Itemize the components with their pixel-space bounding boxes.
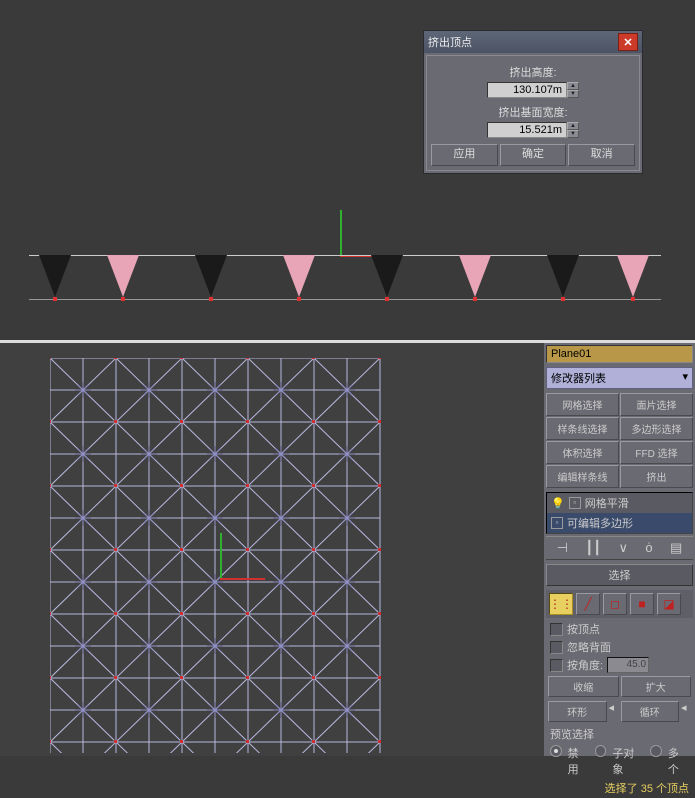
axis-gizmo <box>210 533 250 593</box>
border-subobj-button[interactable]: ◻ <box>603 593 627 615</box>
dropdown-label: 修改器列表 <box>551 370 606 386</box>
preview-multi-label: 多个 <box>668 745 689 777</box>
rollout-title: 选择 <box>609 570 631 582</box>
modifier-list-dropdown[interactable]: 修改器列表 ▾ <box>546 367 693 389</box>
by-vertex-label: 按顶点 <box>567 621 600 637</box>
extrude-base-width-input[interactable]: 15.521m <box>487 122 567 138</box>
expand-icon[interactable]: ▫ <box>569 497 581 509</box>
triangle-face <box>39 255 71 297</box>
expand-icon[interactable]: ▫ <box>551 517 563 529</box>
spinner-down-icon[interactable]: ▼ <box>567 90 579 98</box>
close-icon[interactable]: ✕ <box>618 33 638 51</box>
mesh-select-button[interactable]: 网格选择 <box>546 393 619 416</box>
element-subobj-button[interactable]: ◪ <box>657 593 681 615</box>
make-unique-icon[interactable]: ∨ <box>618 540 628 556</box>
by-vertex-checkbox[interactable] <box>550 623 563 636</box>
modify-panel: Plane01 修改器列表 ▾ 网格选择 面片选择 样条线选择 多边形选择 体积… <box>544 343 695 756</box>
edit-spline-button[interactable]: 编辑样条线 <box>546 465 619 488</box>
loop-button[interactable]: 循环 <box>621 701 680 722</box>
triangle-face <box>195 255 227 297</box>
triangle-face <box>371 255 403 297</box>
front-viewport[interactable]: 挤出顶点 ✕ 挤出高度: 130.107m ▲ ▼ 挤出基面宽度: 15.521… <box>0 0 695 343</box>
preview-off-radio[interactable] <box>550 745 562 757</box>
preview-subobj-label: 子对象 <box>612 745 644 777</box>
apply-button[interactable]: 应用 <box>431 144 498 166</box>
remove-icon[interactable]: ȯ <box>645 540 652 556</box>
modifier-stack[interactable]: 💡 ▫ 网格平滑 ▫ 可编辑多边形 <box>546 492 693 534</box>
show-end-icon[interactable]: ┃┃ <box>585 540 601 556</box>
extrude-height-label: 挤出高度: <box>431 64 635 80</box>
extrude-button[interactable]: 挤出 <box>620 465 693 488</box>
triangle-face <box>459 255 491 297</box>
preview-off-label: 禁用 <box>568 745 589 777</box>
sub-object-row: ⋮⋮ ╱ ◻ ■ ◪ <box>546 590 693 618</box>
ok-button[interactable]: 确定 <box>500 144 567 166</box>
ignore-backface-checkbox[interactable] <box>550 641 563 654</box>
object-name-field[interactable]: Plane01 <box>546 345 693 363</box>
chevron-down-icon: ▾ <box>682 370 688 386</box>
modifier-name: 网格平滑 <box>585 495 629 511</box>
triangle-face <box>547 255 579 297</box>
modifier-item-editable-poly[interactable]: ▫ 可编辑多边形 <box>547 513 692 533</box>
vertex-subobj-button[interactable]: ⋮⋮ <box>549 593 573 615</box>
extruded-vertices-row <box>29 255 661 310</box>
polygon-subobj-button[interactable]: ■ <box>630 593 654 615</box>
ring-spinner[interactable]: ◂ <box>609 701 619 722</box>
bulb-icon[interactable]: 💡 <box>551 497 565 510</box>
extrude-vertices-dialog: 挤出顶点 ✕ 挤出高度: 130.107m ▲ ▼ 挤出基面宽度: 15.521… <box>423 30 643 174</box>
spinner-up-icon[interactable]: ▲ <box>567 122 579 130</box>
selection-status: 选择了 35 个顶点 <box>544 778 695 798</box>
top-viewport[interactable] <box>0 343 544 756</box>
ignore-backface-label: 忽略背面 <box>567 639 611 655</box>
preview-multi-radio[interactable] <box>650 745 662 757</box>
grow-button[interactable]: 扩大 <box>621 676 692 697</box>
by-angle-checkbox[interactable] <box>550 659 563 672</box>
loop-spinner[interactable]: ◂ <box>681 701 691 722</box>
preview-subobj-radio[interactable] <box>595 745 607 757</box>
pin-icon[interactable]: ⊣ <box>557 540 568 556</box>
dialog-titlebar[interactable]: 挤出顶点 ✕ <box>424 31 642 53</box>
shrink-button[interactable]: 收缩 <box>548 676 619 697</box>
ring-button[interactable]: 环形 <box>548 701 607 722</box>
dialog-title: 挤出顶点 <box>428 34 618 50</box>
configure-icon[interactable]: ▤ <box>670 540 682 556</box>
spline-select-button[interactable]: 样条线选择 <box>546 417 619 440</box>
extrude-height-input[interactable]: 130.107m <box>487 82 567 98</box>
poly-select-button[interactable]: 多边形选择 <box>620 417 693 440</box>
ffd-select-button[interactable]: FFD 选择 <box>620 441 693 464</box>
preview-selection-label: 预览选择 <box>544 724 695 744</box>
extrude-base-width-label: 挤出基面宽度: <box>431 104 635 120</box>
edge-subobj-button[interactable]: ╱ <box>576 593 600 615</box>
angle-input[interactable]: 45.0 <box>607 657 649 673</box>
triangle-face <box>283 255 315 297</box>
modifier-item-meshsmooth[interactable]: 💡 ▫ 网格平滑 <box>547 493 692 513</box>
stack-toolbar: ⊣ ┃┃ ∨ ȯ ▤ <box>546 536 693 560</box>
patch-select-button[interactable]: 面片选择 <box>620 393 693 416</box>
spinner-up-icon[interactable]: ▲ <box>567 82 579 90</box>
modifier-name: 可编辑多边形 <box>567 515 633 531</box>
cancel-button[interactable]: 取消 <box>568 144 635 166</box>
extrude-base-width-spinner[interactable]: 15.521m ▲ ▼ <box>431 122 635 138</box>
selection-rollout-header[interactable]: 选择 <box>546 564 693 586</box>
triangle-face <box>617 255 649 297</box>
by-angle-label: 按角度: <box>567 657 603 673</box>
spinner-down-icon[interactable]: ▼ <box>567 130 579 138</box>
extrude-height-spinner[interactable]: 130.107m ▲ ▼ <box>431 82 635 98</box>
volume-select-button[interactable]: 体积选择 <box>546 441 619 464</box>
triangle-face <box>107 255 139 297</box>
